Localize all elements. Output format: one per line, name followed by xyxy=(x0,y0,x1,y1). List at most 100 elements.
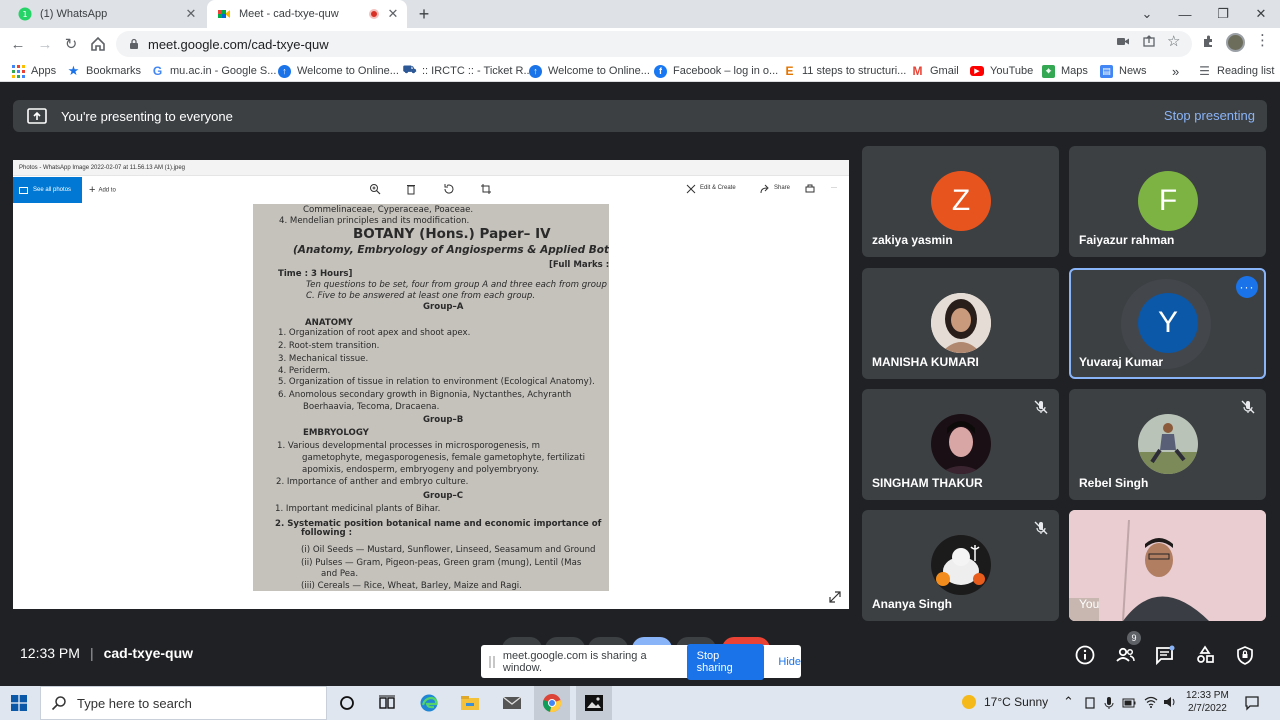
bookmark-label: 11 steps to structuri... xyxy=(802,65,907,77)
bookmark-star-icon[interactable]: ☆ xyxy=(1167,32,1180,50)
chrome-icon[interactable] xyxy=(542,693,562,713)
meeting-details: 12:33 PM | cad-txye-quw xyxy=(20,645,193,661)
expand-icon[interactable] xyxy=(829,591,841,603)
maximize-button[interactable]: ❐ xyxy=(1204,0,1242,28)
tray-app-icon[interactable] xyxy=(1084,697,1096,709)
close-tab-icon[interactable]: ✕ xyxy=(183,6,199,22)
news-icon: ▤ xyxy=(1100,64,1113,78)
stop-sharing-button[interactable]: Stop sharing xyxy=(686,643,765,680)
reading-list-icon: ☰ xyxy=(1199,64,1210,78)
reading-list-button[interactable]: ☰ Reading list xyxy=(1198,63,1274,79)
see-all-photos-button[interactable]: See all photos xyxy=(13,177,82,203)
search-icon xyxy=(51,696,66,711)
reload-button[interactable]: ↻ xyxy=(61,34,81,54)
participant-tile[interactable]: F Faiyazur rahman xyxy=(1069,146,1266,257)
tab-search-chevron-icon[interactable]: ⌄ xyxy=(1128,0,1166,28)
microphone-tray-icon[interactable] xyxy=(1104,696,1114,710)
participant-tile[interactable]: Rebel Singh xyxy=(1069,389,1266,500)
participant-tile[interactable]: Ananya Singh xyxy=(862,510,1059,621)
apps-grid-icon xyxy=(12,64,25,78)
e-icon: E xyxy=(785,64,794,78)
more-options-button[interactable]: ··· xyxy=(831,185,837,191)
paper-line: EMBRYOLOGY xyxy=(303,428,369,438)
profile-avatar[interactable] xyxy=(1226,33,1245,52)
share-page-icon[interactable] xyxy=(1142,34,1156,48)
mail-icon[interactable] xyxy=(502,693,522,713)
bookmark-welcome-online-2[interactable]: ↑ Welcome to Online... xyxy=(529,63,650,79)
crop-icon[interactable] xyxy=(480,183,492,195)
activities-icon[interactable] xyxy=(1194,644,1216,666)
bookmark-gmail[interactable]: M Gmail xyxy=(911,63,959,79)
mic-off-icon xyxy=(1241,400,1255,414)
people-icon[interactable] xyxy=(1114,644,1136,666)
close-tab-icon[interactable]: ✕ xyxy=(385,6,401,22)
bookmark-mu-google[interactable]: G mu.ac.in - Google S... xyxy=(151,63,277,79)
share-button[interactable]: Share xyxy=(774,185,790,191)
host-controls-icon[interactable] xyxy=(1234,644,1256,666)
zoom-in-icon[interactable] xyxy=(369,183,381,195)
close-window-button[interactable]: ✕ xyxy=(1242,0,1280,28)
tab-whatsapp[interactable]: 1 (1) WhatsApp ✕ xyxy=(8,0,205,28)
paper-line: and Pea. xyxy=(321,569,359,579)
address-bar[interactable]: meet.google.com/cad-txye-quw xyxy=(116,31,1192,57)
minimize-button[interactable]: — xyxy=(1166,0,1204,28)
participant-tile[interactable]: Y ··· Yuvaraj Kumar xyxy=(1069,268,1266,379)
avatar: Y xyxy=(1138,293,1198,353)
participant-more-options-button[interactable]: ··· xyxy=(1236,276,1258,298)
forward-button[interactable]: → xyxy=(35,34,55,54)
weather-widget[interactable]: 17°C Sunny xyxy=(962,695,1048,709)
back-button[interactable]: ← xyxy=(8,34,28,54)
globe-icon: ↑ xyxy=(529,64,542,78)
show-hidden-icons-chevron-icon[interactable]: ⌃ xyxy=(1063,694,1074,710)
hide-button[interactable]: Hide xyxy=(778,656,801,668)
chat-icon[interactable] xyxy=(1154,644,1176,666)
bookmark-facebook[interactable]: f Facebook – log in o... xyxy=(654,63,778,79)
stop-presenting-button[interactable]: Stop presenting xyxy=(1164,108,1255,123)
battery-icon[interactable] xyxy=(1122,698,1136,708)
bookmark-maps[interactable]: ⌖ Maps xyxy=(1042,63,1088,79)
bookmark-welcome-online-1[interactable]: ↑ Welcome to Online... xyxy=(278,63,399,79)
delete-icon[interactable] xyxy=(405,183,417,195)
bookmark-irctc[interactable]: ⛟ :: IRCTC :: - Ticket R... xyxy=(403,63,533,79)
taskbar-search[interactable]: Type here to search xyxy=(40,686,327,720)
bookmark-youtube[interactable]: ▶ YouTube xyxy=(970,63,1033,79)
bookmark-apps[interactable]: Apps xyxy=(12,63,56,79)
camera-in-use-icon[interactable] xyxy=(1116,34,1130,48)
wifi-icon[interactable] xyxy=(1144,696,1158,708)
participant-tile[interactable]: MANISHA KUMARI xyxy=(862,268,1059,379)
participant-name: Faiyazur rahman xyxy=(1079,233,1175,247)
tab-meet[interactable]: Meet - cad-txye-quw ✕ xyxy=(207,0,407,28)
bookmark-11-steps[interactable]: E 11 steps to structuri... xyxy=(783,63,906,79)
rotate-icon[interactable] xyxy=(443,183,455,195)
meeting-info-icon[interactable] xyxy=(1074,644,1096,666)
add-to-button[interactable]: + Add to xyxy=(89,184,116,196)
avatar: F xyxy=(1138,171,1198,231)
photos-app-icon[interactable] xyxy=(584,693,604,713)
new-tab-button[interactable]: + xyxy=(414,4,434,24)
edit-create-button[interactable]: Edit & Create xyxy=(700,185,736,191)
extensions-icon[interactable] xyxy=(1201,34,1215,48)
task-view-icon[interactable] xyxy=(377,693,397,713)
file-explorer-icon[interactable] xyxy=(460,693,480,713)
home-icon[interactable] xyxy=(88,34,108,54)
bookmark-bookmarks[interactable]: ★ Bookmarks xyxy=(67,63,141,79)
participant-tile[interactable]: SINGHAM THAKUR xyxy=(862,389,1059,500)
print-icon[interactable] xyxy=(804,183,816,195)
cortana-icon[interactable] xyxy=(337,693,357,713)
drag-handle-icon[interactable] xyxy=(489,655,495,668)
self-video-tile[interactable]: You xyxy=(1069,510,1266,621)
bookmark-label: Maps xyxy=(1061,65,1088,77)
bookmark-news[interactable]: ▤ News xyxy=(1100,63,1147,79)
notifications-icon[interactable] xyxy=(1244,695,1260,711)
participant-tile[interactable]: Z zakiya yasmin xyxy=(862,146,1059,257)
edge-browser-icon[interactable] xyxy=(419,693,439,713)
windows-start-icon[interactable] xyxy=(11,695,27,711)
volume-icon[interactable] xyxy=(1163,696,1177,708)
bookmark-label: :: IRCTC :: - Ticket R... xyxy=(422,65,533,77)
bookmark-label: News xyxy=(1119,65,1147,77)
presented-window: Photos - WhatsApp Image 2022-02-07 at 11… xyxy=(13,160,849,609)
system-clock[interactable]: 12:33 PM 2/7/2022 xyxy=(1186,689,1229,715)
chrome-menu-icon[interactable]: ⋮ xyxy=(1255,33,1270,49)
more-bookmarks-button[interactable]: » xyxy=(1172,63,1179,79)
tab-title: Meet - cad-txye-quw xyxy=(239,8,339,20)
